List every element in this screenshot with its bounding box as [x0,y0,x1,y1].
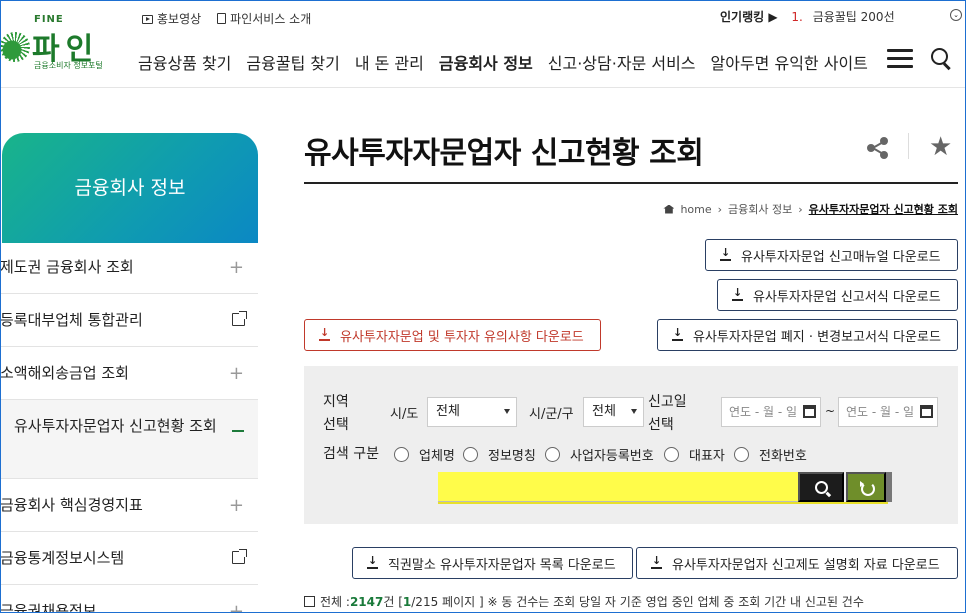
radio-info-name[interactable]: 정보명칭 [463,445,536,464]
logo-mark-icon [0,32,30,62]
minus-icon[interactable] [232,430,244,432]
sidebar-menu: 제도권 금융회사 조회 + 등록대부업체 통합관리 소액해외송금업 조회 + 유… [0,241,258,613]
plus-icon[interactable]: + [229,347,244,400]
calendar-icon[interactable] [803,405,816,418]
search-button[interactable] [798,472,844,502]
document-icon [217,13,227,24]
plus-icon[interactable]: + [229,585,244,613]
share-icon[interactable] [866,136,890,160]
page-title: 유사투자자문업자 신고현황 조회 [304,136,704,171]
sidebar-item-indicators[interactable]: 금융회사 핵심경영지표 + [0,479,258,532]
scroll-edge [886,472,892,502]
download-icon [732,286,743,301]
caret-down-icon [631,409,637,414]
sidebar-item-statistics[interactable]: 금융통계정보시스템 [0,532,258,585]
region-label-2: 선택 [323,417,349,433]
summary-note: ※ 동 건수는 조회 당일 자 기준 영업 중인 업체 중 조회 기간 내 신고… [487,595,864,609]
radio-phone[interactable]: 전화번호 [734,445,807,464]
home-icon[interactable] [663,204,675,214]
chevron-down-icon[interactable]: ⌄ [950,9,962,21]
list-icon [304,596,315,607]
date-range-separator: ~ [825,404,836,418]
ranking-label: 인기랭킹 ▶ [720,10,778,24]
download-icon [720,246,731,261]
sidebar-title: 금융회사 정보 [2,133,258,243]
star-icon[interactable]: ★ [929,132,952,162]
total-count: 2147 [349,595,384,609]
breadcrumb-home[interactable]: home [680,203,711,216]
sidebar-item-advisory[interactable]: 유사투자자문업자 신고현황 조회 [0,400,258,479]
download-icon [651,554,662,569]
breadcrumb: home › 금융회사 정보 › 유사투자자문업자 신고현황 조회 [663,201,958,217]
start-date-input[interactable]: 연도 - 월 - 일 [721,397,821,427]
ranking-item[interactable]: 금융꿀팁 200선 [813,10,895,24]
nav-product-search[interactable]: 금융상품 찾기 [138,50,231,74]
radio-business-number[interactable]: 사업자등록번호 [545,445,654,464]
nav-my-money[interactable]: 내 돈 관리 [355,50,424,74]
chevron-right-icon: › [717,202,723,216]
divider [908,133,909,159]
sido-label: 시/도 [390,407,419,422]
radio-company-name[interactable]: 업체명 [394,445,455,464]
search-icon[interactable] [929,46,953,70]
radio-representative[interactable]: 대표자 [664,445,725,464]
result-summary: 전체 :2147건 [1/215 페이지 ] ※ 동 건수는 조회 당일 자 기… [304,593,864,610]
download-icon [319,326,330,341]
site-header: FINE 파인 금융소비자 정보포털 홍보영상 파인서비스 소개 인기랭킹 ▶ … [0,0,966,88]
breadcrumb-section[interactable]: 금융회사 정보 [728,201,792,217]
download-icon [672,326,683,341]
breadcrumb-current[interactable]: 유사투자자문업자 신고현황 조회 [809,201,958,217]
date-label-2: 선택 [648,417,674,433]
current-page: 1 [402,595,412,609]
nav-useful-sites[interactable]: 알아두면 유익한 사이트 [711,50,868,74]
download-manual-button[interactable]: 유사투자자문업 신고매뉴얼 다운로드 [705,239,958,271]
download-icon [367,554,378,569]
date-label-1: 신고일 [648,394,687,410]
search-type-label: 검색 구분 [323,446,379,462]
main-nav: 금융상품 찾기 금융꿀팁 찾기 내 돈 관리 금융회사 정보 신고·상담·자문 … [138,50,868,74]
sidebar-item-remittance[interactable]: 소액해외송금업 조회 + [0,347,258,400]
download-form-button[interactable]: 유사투자자문업 신고서식 다운로드 [717,279,958,311]
ranking-number: 1. [791,10,803,24]
title-divider [304,182,958,184]
menu-icon[interactable] [887,49,913,69]
logo-subtitle: 금융소비자 정보포털 [34,61,103,70]
download-caution-button[interactable]: 유사투자자문업 및 투자자 유의사항 다운로드 [304,319,601,351]
nav-company-info[interactable]: 금융회사 정보 [439,50,533,74]
sigungu-select[interactable]: 전체 [583,397,644,427]
download-delisted-button[interactable]: 직권말소 유사투자자문업자 목록 다운로드 [352,547,633,579]
caret-down-icon [504,409,510,414]
play-icon [142,15,153,24]
keyword-input[interactable] [438,472,798,502]
end-date-input[interactable]: 연도 - 월 - 일 [838,397,938,427]
service-intro-link[interactable]: 파인서비스 소개 [217,10,311,27]
external-link-icon[interactable] [232,549,247,564]
highlight-underline [438,502,888,504]
chevron-right-icon: › [798,202,803,216]
sidebar-item-jobs[interactable]: 금융권채용정보 + [0,585,258,613]
sidebar-item-institutions[interactable]: 제도권 금융회사 조회 + [0,241,258,294]
top-links: 홍보영상 파인서비스 소개 [142,10,311,27]
download-closure-form-button[interactable]: 유사투자자문업 폐지 · 변경보고서식 다운로드 [657,319,958,351]
download-briefing-button[interactable]: 유사투자자문업자 신고제도 설명회 자료 다운로드 [636,547,958,579]
reset-button[interactable] [846,472,886,502]
plus-icon[interactable]: + [229,479,244,532]
sido-select[interactable]: 전체 [427,397,517,427]
sigungu-label: 시/군/구 [529,407,574,422]
promo-video-link[interactable]: 홍보영상 [142,10,201,27]
calendar-icon[interactable] [920,405,933,418]
nav-report-consult[interactable]: 신고·상담·자문 서비스 [548,50,696,74]
popular-ranking[interactable]: 인기랭킹 ▶ 1. 금융꿀팁 200선 ⌄ [720,8,966,26]
sidebar-item-lenders[interactable]: 등록대부업체 통합관리 [0,294,258,347]
fine-logo[interactable]: FINE 파인 금융소비자 정보포털 [0,10,110,72]
external-link-icon[interactable] [232,311,247,326]
plus-icon[interactable]: + [229,241,244,294]
nav-tips[interactable]: 금융꿀팁 찾기 [246,50,339,74]
region-label-1: 지역 [323,394,349,410]
